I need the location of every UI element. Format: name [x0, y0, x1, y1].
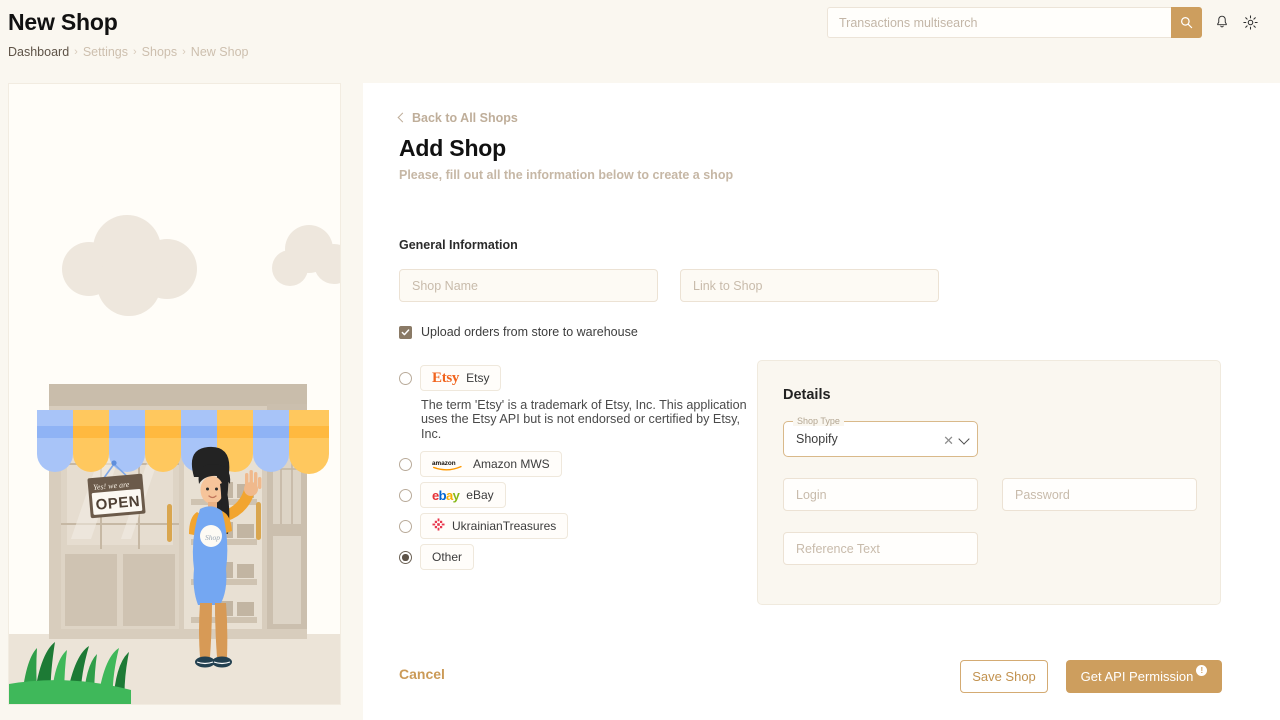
etsy-chip: Etsy Etsy [420, 365, 502, 391]
shop-type-option-ukrainiantreasures[interactable]: UkrainianTreasures [399, 513, 759, 540]
details-panel: Details Shop Type Shopify ✕ [757, 360, 1221, 605]
shop-type-option-amazon[interactable]: amazon Amazon MWS [399, 451, 759, 478]
back-link-label: Back to All Shops [412, 111, 518, 125]
amazon-logo: amazon [432, 458, 466, 471]
search-bar [827, 7, 1202, 38]
radio-amazon[interactable] [399, 457, 412, 471]
ukrainiantreasures-logo [432, 518, 445, 534]
shop-type-option-etsy[interactable]: Etsy Etsy [399, 365, 759, 391]
breadcrumb-separator: › [182, 46, 186, 58]
settings-button[interactable] [1238, 10, 1262, 34]
chevron-down-icon[interactable] [958, 432, 970, 445]
main-content: Back to All Shops Add Shop Please, fill … [363, 83, 1280, 720]
get-api-permission-label: Get API Permission [1080, 669, 1194, 684]
cancel-button[interactable]: Cancel [399, 666, 445, 682]
shop-type-select-legend: Shop Type [793, 416, 844, 426]
radio-ukrainiantreasures[interactable] [399, 519, 412, 533]
svg-text:amazon: amazon [432, 460, 456, 467]
reference-text-input[interactable] [783, 532, 978, 565]
svg-text:Shop: Shop [205, 533, 220, 542]
shop-type-radio-group: Etsy Etsy The term 'Etsy' is a trademark… [399, 365, 759, 575]
radio-other[interactable] [399, 550, 412, 564]
shop-illustration-panel: Yes! we are OPEN Shop [8, 83, 341, 705]
add-shop-subtitle: Please, fill out all the information bel… [399, 168, 734, 182]
etsy-trademark-note: The term 'Etsy' is a trademark of Etsy, … [421, 398, 747, 441]
general-information-label: General Information [399, 238, 518, 252]
back-to-all-shops-link[interactable]: Back to All Shops [397, 111, 518, 125]
page-title: New Shop [8, 9, 118, 35]
ebay-logo: ebay [432, 487, 460, 503]
clear-icon[interactable]: ✕ [943, 434, 954, 447]
shop-type-option-ebay[interactable]: ebay eBay [399, 482, 759, 509]
shop-type-option-other[interactable]: Other [399, 544, 759, 571]
shop-name-input[interactable] [399, 269, 658, 302]
search-icon [1181, 17, 1193, 29]
get-api-permission-button[interactable]: Get API Permission ! [1066, 660, 1222, 693]
top-bar: New Shop Dashboard › Settings › Shops › … [0, 0, 1280, 72]
login-input[interactable] [783, 478, 978, 511]
ukrainiantreasures-chip: UkrainianTreasures [420, 513, 569, 540]
shop-type-select-value: Shopify [796, 432, 838, 446]
upload-orders-label: Upload orders from store to warehouse [421, 325, 638, 339]
add-shop-title: Add Shop [399, 135, 506, 161]
upload-orders-checkbox-row[interactable]: Upload orders from store to warehouse [399, 325, 638, 339]
shop-type-label-etsy: Etsy [466, 371, 490, 385]
search-input[interactable] [827, 7, 1171, 38]
etsy-logo: Etsy [432, 369, 460, 386]
breadcrumb-separator: › [74, 46, 78, 58]
chevron-left-icon [397, 112, 408, 123]
gear-icon [1242, 14, 1258, 30]
upload-orders-checkbox[interactable] [399, 325, 412, 339]
breadcrumb-item-new-shop: New Shop [190, 45, 249, 59]
shop-type-label-amazon: Amazon MWS [473, 457, 550, 472]
password-input[interactable] [1002, 478, 1197, 511]
check-icon [401, 328, 410, 335]
shop-type-label-ebay: eBay [466, 488, 494, 503]
breadcrumb-separator: › [133, 46, 137, 58]
ebay-chip: ebay eBay [420, 482, 506, 509]
save-shop-button[interactable]: Save Shop [960, 660, 1048, 693]
shop-type-select[interactable]: Shop Type Shopify ✕ [783, 416, 978, 458]
search-button[interactable] [1171, 7, 1202, 38]
shop-type-select-controls: ✕ [943, 422, 970, 458]
notifications-button[interactable] [1210, 10, 1234, 34]
breadcrumb-item-shops[interactable]: Shops [142, 45, 177, 59]
link-to-shop-input[interactable] [680, 269, 939, 302]
info-badge-icon: ! [1196, 665, 1208, 676]
shop-storefront-illustration: Yes! we are OPEN Shop [9, 84, 340, 704]
other-chip: Other [420, 544, 475, 571]
details-title: Details [783, 387, 831, 403]
bell-icon [1217, 15, 1227, 27]
shop-type-label-ukrainiantreasures: UkrainianTreasures [452, 519, 557, 534]
radio-etsy[interactable] [399, 371, 412, 385]
breadcrumb-item-settings[interactable]: Settings [83, 45, 128, 59]
shop-type-label-other: Other [432, 550, 463, 565]
radio-ebay[interactable] [399, 488, 412, 502]
breadcrumb: Dashboard › Settings › Shops › New Shop [8, 45, 248, 59]
breadcrumb-item-dashboard[interactable]: Dashboard [8, 45, 69, 59]
amazon-chip: amazon Amazon MWS [420, 451, 562, 478]
